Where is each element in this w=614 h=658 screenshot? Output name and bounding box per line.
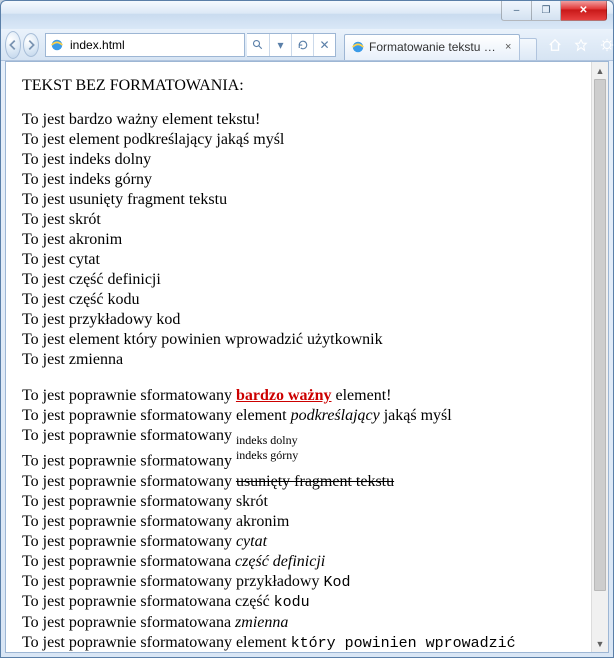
formatted-line: To jest poprawnie sformatowany cytat [22, 532, 592, 552]
favorites-icon[interactable] [573, 37, 589, 53]
formatted-line: To jest poprawnie sformatowany indeks do… [22, 426, 592, 448]
plain-line: To jest skrót [22, 210, 592, 230]
plain-line: To jest element który powinien wprowadzi… [22, 330, 592, 350]
tab-close-button[interactable]: × [503, 41, 513, 53]
back-button[interactable] [5, 31, 21, 59]
formatted-line: To jest poprawnie sformatowany element p… [22, 406, 592, 426]
formatted-line: To jest poprawnie sformatowany bardzo wa… [22, 386, 592, 406]
tab-favicon-icon [351, 40, 365, 54]
sub-text: indeks dolny [236, 433, 298, 447]
dfn-text: część definicji [235, 553, 325, 570]
plain-line: To jest indeks górny [22, 170, 592, 190]
refresh-icon[interactable] [291, 34, 313, 56]
home-icon[interactable] [547, 37, 563, 53]
plain-line: To jest akronim [22, 230, 592, 250]
del-text: usunięty fragment tekstu [236, 473, 394, 490]
page-heading: TEKST BEZ FORMATOWANIA: [22, 76, 592, 96]
formatted-line: To jest poprawnie sformatowany skrót [22, 492, 592, 512]
tab-bar: Formatowanie tekstu w H... × [344, 30, 537, 60]
scroll-track[interactable] [592, 79, 608, 635]
plain-line: To jest część definicji [22, 270, 592, 290]
plain-line: To jest bardzo ważny element tekstu! [22, 110, 592, 130]
close-button[interactable]: ✕ [561, 1, 607, 21]
scroll-up-icon[interactable]: ▲ [592, 62, 608, 79]
plain-line: To jest indeks dolny [22, 150, 592, 170]
plain-line: To jest element podkreślający jakąś myśl [22, 130, 592, 150]
toolbar-icons [539, 37, 614, 53]
navigation-bar: ▾ ✕ Formatowanie tekstu w H... × [1, 29, 613, 61]
cite-text: cytat [236, 533, 267, 550]
address-bar[interactable] [45, 33, 245, 57]
forward-button[interactable] [23, 33, 39, 57]
ie-favicon-icon [50, 38, 64, 52]
formatted-line: To jest poprawnie sformatowana zmienna [22, 613, 592, 633]
plain-line: To jest usunięty fragment tekstu [22, 190, 592, 210]
formatted-line: To jest poprawnie sformatowana część def… [22, 552, 592, 572]
em-text: podkreślający [291, 407, 380, 424]
vertical-scrollbar[interactable]: ▲ ▼ [591, 62, 608, 652]
var-text: zmienna [235, 614, 288, 631]
new-tab-button[interactable] [519, 38, 537, 60]
formatted-line: To jest poprawnie sformatowana część kod… [22, 592, 592, 613]
plain-line: To jest przykładowy kod [22, 310, 592, 330]
tab-active[interactable]: Formatowanie tekstu w H... × [344, 34, 520, 60]
formatted-line: To jest poprawnie sformatowany indeks gó… [22, 448, 592, 471]
formatted-line: To jest poprawnie sformatowany akronim [22, 512, 592, 532]
scroll-thumb[interactable] [594, 79, 606, 591]
tab-title: Formatowanie tekstu w H... [369, 40, 499, 54]
titlebar: – ❐ ✕ [1, 1, 613, 29]
plain-line: To jest część kodu [22, 290, 592, 310]
scroll-down-icon[interactable]: ▼ [592, 635, 608, 652]
arrow-left-icon [6, 38, 20, 52]
maximize-button[interactable]: ❐ [531, 1, 561, 21]
strong-text: bardzo ważny [236, 387, 332, 404]
search-icon[interactable] [247, 34, 269, 56]
sup-text: indeks górny [236, 448, 298, 462]
stop-icon[interactable]: ✕ [313, 34, 335, 56]
window-controls: – ❐ ✕ [501, 1, 607, 21]
formatted-line: To jest poprawnie sformatowany usunięty … [22, 472, 592, 492]
dropdown-icon[interactable]: ▾ [269, 34, 291, 56]
tools-icon[interactable] [599, 37, 614, 53]
formatted-line: To jest poprawnie sformatowany element k… [22, 633, 592, 653]
page-content: TEKST BEZ FORMATOWANIA: To jest bardzo w… [6, 62, 608, 653]
content-viewport: TEKST BEZ FORMATOWANIA: To jest bardzo w… [5, 61, 609, 653]
plain-line: To jest cytat [22, 250, 592, 270]
code-text: Kod [323, 574, 350, 591]
browser-window: – ❐ ✕ ▾ ✕ [0, 0, 614, 658]
address-input[interactable] [68, 37, 240, 53]
samp-text: kodu [274, 594, 310, 611]
address-controls: ▾ ✕ [247, 33, 336, 57]
arrow-right-icon [24, 38, 38, 52]
formatted-line: To jest poprawnie sformatowany przykłado… [22, 572, 592, 593]
minimize-button[interactable]: – [501, 1, 531, 21]
plain-line: To jest zmienna [22, 350, 592, 370]
